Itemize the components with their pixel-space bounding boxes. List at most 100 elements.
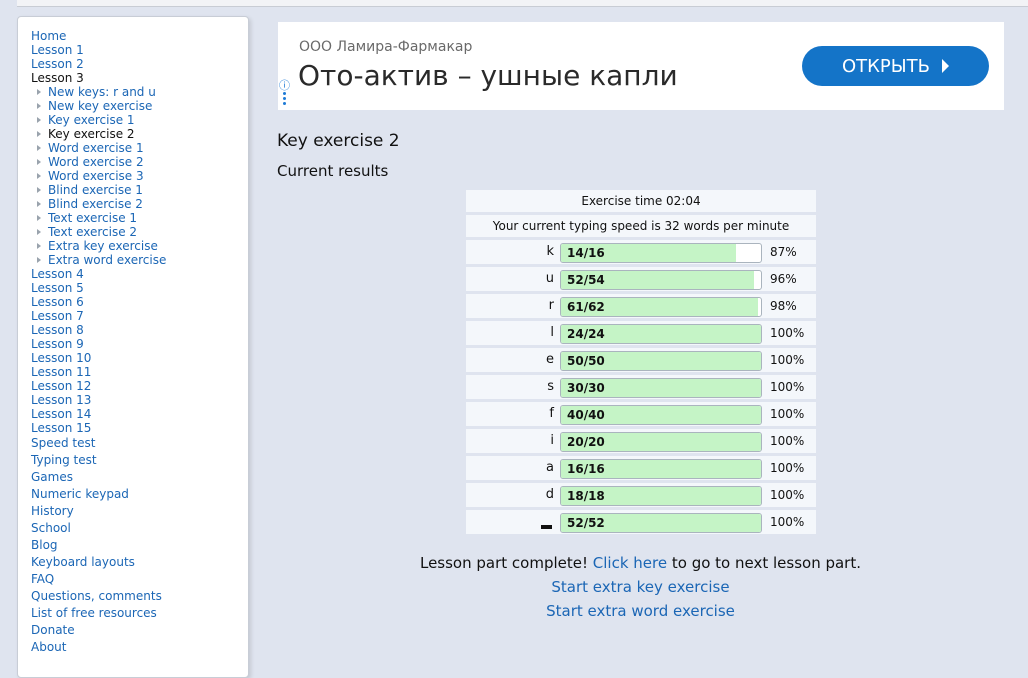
sidebar-nav: Home Lesson 1 Lesson 2 Lesson 3 New keys: r … (31, 29, 246, 656)
sidebar-subitem[interactable]: Word exercise 3 (37, 169, 246, 183)
sidebar-item-speed-test[interactable]: Speed test (31, 435, 246, 452)
sidebar-subitem[interactable]: New keys: r and u (37, 85, 246, 99)
sidebar-item-lesson-1[interactable]: Lesson 1 (31, 43, 246, 57)
sidebar-item-lesson-14[interactable]: Lesson 14 (31, 407, 246, 421)
sidebar-subitem-new-keys-r-and-u[interactable]: New keys: r and u (48, 85, 156, 99)
accuracy-bar: 16/16 (560, 459, 762, 479)
accuracy-percent: 100% (770, 407, 805, 421)
sidebar-item-lesson-15[interactable]: Lesson 15 (31, 421, 246, 435)
sidebar-item-lesson-6[interactable]: Lesson 6 (31, 295, 246, 309)
triangle-right-icon (37, 201, 41, 207)
result-row: d 18/18 100% (466, 483, 816, 507)
sidebar-subitem[interactable]: Text exercise 2 (37, 225, 246, 239)
sidebar-subitem-key-exercise-1[interactable]: Key exercise 1 (48, 113, 135, 127)
triangle-right-icon (37, 187, 41, 193)
ad-menu-icon[interactable] (283, 92, 286, 107)
sidebar-item-blog[interactable]: Blog (31, 537, 246, 554)
sidebar-item-history[interactable]: History (31, 503, 246, 520)
sidebar-subitem-extra-key-exercise[interactable]: Extra key exercise (48, 239, 158, 253)
accuracy-bar: 18/18 (560, 486, 762, 506)
sidebar-subitem-blind-exercise-2[interactable]: Blind exercise 2 (48, 197, 143, 211)
sidebar-subitem-blind-exercise-1[interactable]: Blind exercise 1 (48, 183, 143, 197)
sidebar-item-keyboard-layouts[interactable]: Keyboard layouts (31, 554, 246, 571)
sidebar-subitem[interactable]: Extra word exercise (37, 253, 246, 267)
ad-banner[interactable]: ООО Ламира-Фармакар Ото-актив – ушные ка… (278, 22, 1004, 110)
ad-title[interactable]: Ото-актив – ушные капли (298, 59, 678, 92)
sidebar-item-lesson-12[interactable]: Lesson 12 (31, 379, 246, 393)
sidebar-subitem[interactable]: Word exercise 2 (37, 155, 246, 169)
sidebar-subitem-word-exercise-3[interactable]: Word exercise 3 (48, 169, 144, 183)
accuracy-percent: 87% (770, 245, 797, 259)
triangle-right-icon (37, 159, 41, 165)
accuracy-bar: 24/24 (560, 324, 762, 344)
page-title: Key exercise 2 (277, 131, 400, 151)
result-row: u 52/54 96% (466, 267, 816, 291)
sidebar-item-typing-test[interactable]: Typing test (31, 452, 246, 469)
sidebar-item-faq[interactable]: FAQ (31, 571, 246, 588)
sidebar-subitem[interactable]: Blind exercise 2 (37, 197, 246, 211)
accuracy-percent: 100% (770, 461, 805, 475)
sidebar-item-list-of-free-resources[interactable]: List of free resources (31, 605, 246, 622)
result-row: k 14/16 87% (466, 240, 816, 264)
sidebar-subitem-text-exercise-1[interactable]: Text exercise 1 (48, 211, 137, 225)
sidebar-subitem[interactable]: Key exercise 1 (37, 113, 246, 127)
completion-message: Lesson part complete! Click here to go t… (276, 554, 1005, 572)
result-key: a (546, 460, 554, 475)
sidebar-item-home[interactable]: Home (31, 29, 246, 43)
result-row: r 61/62 98% (466, 294, 816, 318)
sidebar-subitem[interactable]: New key exercise (37, 99, 246, 113)
sidebar-item-school[interactable]: School (31, 520, 246, 537)
sidebar-main-links: Speed test Typing test Games Numeric keypad… (31, 435, 246, 656)
sidebar-item-lesson-13[interactable]: Lesson 13 (31, 393, 246, 407)
sidebar-subitem-word-exercise-1[interactable]: Word exercise 1 (48, 141, 144, 155)
sidebar-subitem[interactable]: Blind exercise 1 (37, 183, 246, 197)
sidebar: Home Lesson 1 Lesson 2 Lesson 3 New keys: r … (17, 16, 249, 678)
sidebar-subitem-extra-word-exercise[interactable]: Extra word exercise (48, 253, 166, 267)
sidebar-item-questions-comments[interactable]: Questions, comments (31, 588, 246, 605)
sidebar-item-lesson-2[interactable]: Lesson 2 (31, 57, 246, 71)
result-row: e 50/50 100% (466, 348, 816, 372)
extra-key-container: Start extra key exercise (276, 578, 1005, 596)
accuracy-count: 52/54 (567, 273, 605, 287)
result-row: s 30/30 100% (466, 375, 816, 399)
accuracy-bar: 20/20 (560, 432, 762, 452)
sidebar-item-lesson-8[interactable]: Lesson 8 (31, 323, 246, 337)
sidebar-subitem[interactable]: Text exercise 1 (37, 211, 246, 225)
sidebar-item-about[interactable]: About (31, 639, 246, 656)
triangle-right-icon (37, 117, 41, 123)
result-key: l (550, 325, 554, 340)
sidebar-item-lesson-5[interactable]: Lesson 5 (31, 281, 246, 295)
extra-key-exercise-link[interactable]: Start extra key exercise (551, 578, 729, 596)
accuracy-percent: 98% (770, 299, 797, 313)
sidebar-item-games[interactable]: Games (31, 469, 246, 486)
accuracy-percent: 100% (770, 326, 805, 340)
result-row: l 24/24 100% (466, 321, 816, 345)
sidebar-item-lesson-9[interactable]: Lesson 9 (31, 337, 246, 351)
accuracy-count: 20/20 (567, 435, 605, 449)
result-key: d (545, 487, 554, 502)
sidebar-item-lesson-7[interactable]: Lesson 7 (31, 309, 246, 323)
triangle-right-icon (37, 243, 41, 249)
ad-open-button[interactable]: ОТКРЫТЬ (802, 46, 989, 86)
ad-open-button-label: ОТКРЫТЬ (841, 55, 931, 77)
info-icon[interactable]: ⓘ (279, 80, 290, 91)
sidebar-subitem[interactable]: Extra key exercise (37, 239, 246, 253)
sidebar-subitem-word-exercise-2[interactable]: Word exercise 2 (48, 155, 144, 169)
next-lesson-part-link[interactable]: Click here (593, 554, 667, 572)
extra-word-exercise-link[interactable]: Start extra word exercise (546, 602, 735, 620)
triangle-right-icon (37, 229, 41, 235)
sidebar-subitem-new-key-exercise[interactable]: New key exercise (48, 99, 152, 113)
sidebar-item-numeric-keypad[interactable]: Numeric keypad (31, 486, 246, 503)
sidebar-item-lesson-4[interactable]: Lesson 4 (31, 267, 246, 281)
sidebar-item-lesson-10[interactable]: Lesson 10 (31, 351, 246, 365)
sidebar-subitem[interactable]: Word exercise 1 (37, 141, 246, 155)
sidebar-subitem-text-exercise-2[interactable]: Text exercise 2 (48, 225, 137, 239)
sidebar-item-lesson-11[interactable]: Lesson 11 (31, 365, 246, 379)
sidebar-item-donate[interactable]: Donate (31, 622, 246, 639)
extra-word-container: Start extra word exercise (276, 602, 1005, 620)
result-row: a 16/16 100% (466, 456, 816, 480)
sidebar-subitem: Key exercise 2 (37, 127, 246, 141)
top-bar (17, 0, 1028, 7)
accuracy-percent: 100% (770, 515, 805, 529)
result-key: f (549, 406, 554, 421)
